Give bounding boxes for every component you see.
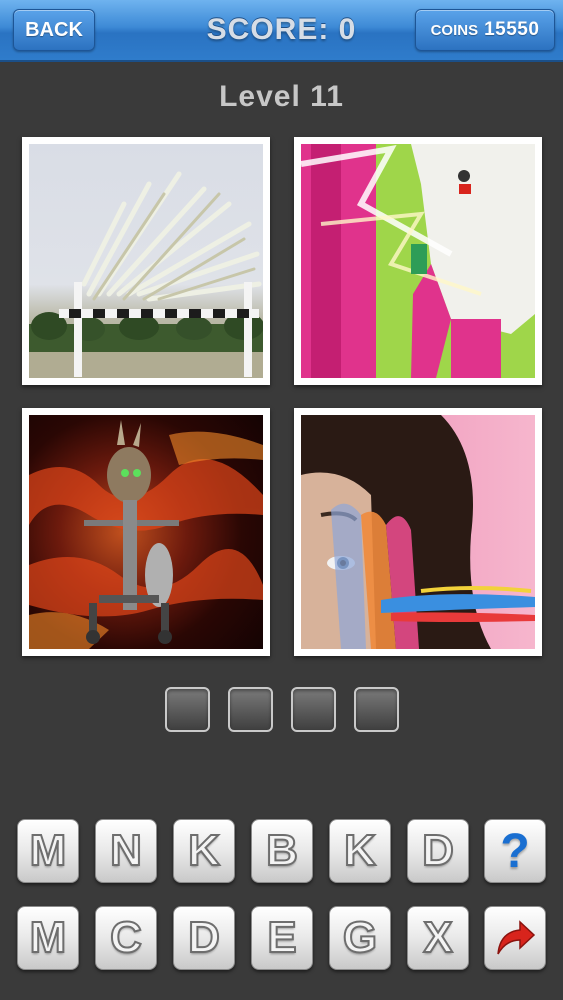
level-title: Level 11 [219, 80, 344, 113]
letter-key[interactable]: D [173, 906, 235, 970]
score-display: SCORE: 0 [206, 13, 357, 46]
answer-slot[interactable] [228, 687, 273, 732]
letter-key[interactable]: X [407, 906, 469, 970]
coins-value: 15550 [484, 19, 540, 40]
picture-pink-legs-microphone [301, 144, 535, 378]
picture-frame-4[interactable] [294, 408, 542, 656]
coins-button[interactable]: COINS 15550 [415, 9, 555, 51]
hint-button[interactable]: ? [484, 819, 546, 883]
letter-key[interactable]: B [251, 819, 313, 883]
letter-key[interactable]: K [173, 819, 235, 883]
answer-slot[interactable] [354, 687, 399, 732]
letter-key[interactable]: G [329, 906, 391, 970]
picture-frame-3[interactable] [22, 408, 270, 656]
letter-key[interactable]: E [251, 906, 313, 970]
answer-slot[interactable] [291, 687, 336, 732]
picture-frame-1[interactable] [22, 137, 270, 385]
question-mark-icon: ? [500, 824, 530, 878]
answer-slot[interactable] [165, 687, 210, 732]
picture-hurdle-broom [29, 144, 263, 378]
top-bar: BACK SCORE: 0 COINS 15550 [0, 0, 563, 62]
letter-key[interactable]: M [17, 906, 79, 970]
letter-key[interactable]: K [329, 819, 391, 883]
letter-key[interactable]: D [407, 819, 469, 883]
coins-label: COINS [430, 21, 479, 39]
letter-key[interactable]: C [95, 906, 157, 970]
picture-creature-fire [29, 415, 263, 649]
picture-face-pink-paint [301, 415, 535, 649]
back-button[interactable]: BACK [13, 9, 95, 51]
picture-frame-2[interactable] [294, 137, 542, 385]
skip-button[interactable] [484, 906, 546, 970]
letter-key[interactable]: N [95, 819, 157, 883]
red-forward-arrow-icon [497, 920, 536, 955]
letter-key[interactable]: M [17, 819, 79, 883]
